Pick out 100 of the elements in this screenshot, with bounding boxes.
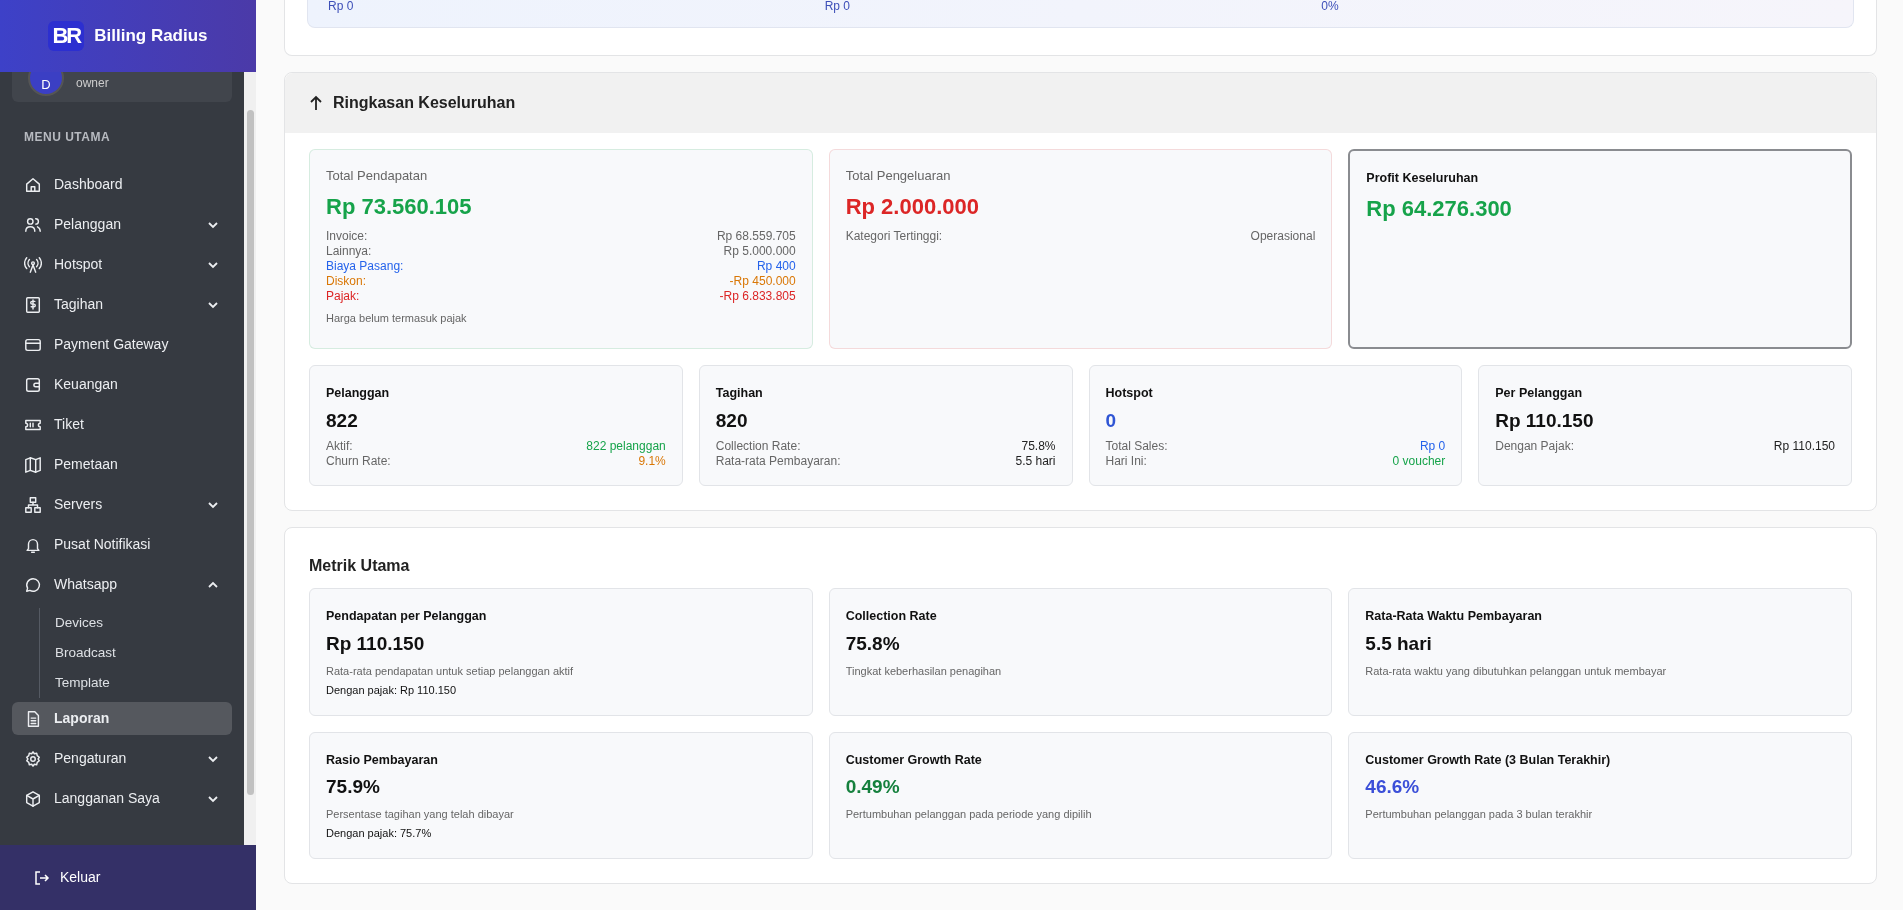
card-value: 75.8% <box>845 632 901 656</box>
menu-item[interactable]: Whatsapp <box>12 568 232 601</box>
menu-item[interactable]: Pemetaan <box>12 448 232 481</box>
card-title: Rata-Rata Waktu Pembayaran <box>1365 608 1543 626</box>
row-label: Kategori Tertinggi: <box>845 228 943 244</box>
row-value: Rp 68.559.705 <box>716 228 796 244</box>
amount-text: 0% <box>1321 0 1340 12</box>
row-value: -Rp 6.833.805 <box>719 288 796 304</box>
row-label: Rata-rata Pembayaran: <box>715 454 841 470</box>
row-label: Hari Ini: <box>1105 454 1147 470</box>
card-title: Pelanggan <box>326 385 391 402</box>
amount-text: Rp 0 <box>328 0 355 12</box>
menu-item[interactable]: Laporan <box>12 702 232 735</box>
antenna-icon <box>24 255 42 274</box>
card-note: Dengan pajak: Rp 110.150 <box>326 683 458 698</box>
people-icon <box>24 215 42 234</box>
row-label: Collection Rate: <box>715 439 801 455</box>
card-description: Tingkat keberhasilan penagihan <box>845 663 1003 679</box>
card-description: Pertumbuhan pelanggan pada 3 bulan terakhir <box>1365 806 1594 822</box>
logout-icon <box>34 869 50 886</box>
card-title: Hotspot <box>1105 385 1154 402</box>
row-value: 822 pelanggan <box>586 439 666 455</box>
menu-item[interactable]: Tagihan <box>12 288 232 321</box>
card-title: Per Pelanggan <box>1495 385 1584 402</box>
card-title: Pendapatan per Pelanggan <box>326 608 488 626</box>
card-description: Persentase tagihan yang telah dibayar <box>326 806 515 822</box>
menu-item[interactable]: Servers <box>12 488 232 521</box>
row-label: Biaya Pasang: <box>326 258 404 274</box>
submenu-item[interactable]: Devices <box>40 608 103 638</box>
card-title: Customer Growth Rate (3 Bulan Terakhir) <box>1365 751 1612 769</box>
row-value: 5.5 hari <box>1015 454 1056 470</box>
submenu-item[interactable]: Broadcast <box>40 638 116 668</box>
section-title: Ringkasan Keseluruhan <box>333 93 516 113</box>
house-icon <box>24 175 42 194</box>
dollar-receipt-icon <box>24 295 42 314</box>
submenu-item[interactable]: Template <box>40 668 110 698</box>
section-title: Metrik Utama <box>309 556 411 577</box>
card-value: 820 <box>715 408 749 433</box>
card-title: Rasio Pembayaran <box>326 751 439 769</box>
row-value: Rp 110.150 <box>1773 439 1835 455</box>
menu-item[interactable]: Dashboard <box>12 168 232 201</box>
row-value: -Rp 450.000 <box>729 273 796 289</box>
row-label: Churn Rate: <box>326 454 391 470</box>
menu-item[interactable]: Pelanggan <box>12 208 232 241</box>
box-icon <box>24 789 42 808</box>
card-value: 0.49% <box>845 775 901 800</box>
card-value: Rp 110.150 <box>1495 408 1595 433</box>
card-description: Rata-rata pendapatan untuk setiap pelanggan aktif <box>326 663 575 679</box>
menu-item[interactable]: Hotspot <box>12 248 232 281</box>
row-value: 9.1% <box>638 454 666 470</box>
card-title: Total Pendapatan <box>326 167 429 185</box>
row-label: Lainnya: <box>326 243 372 259</box>
row-value: 0 voucher <box>1392 454 1446 470</box>
card-value: 5.5 hari <box>1365 632 1433 656</box>
chat-icon <box>24 575 42 594</box>
card-value: 822 <box>326 408 359 433</box>
row-value: 75.8% <box>1021 439 1056 455</box>
card-value: 75.9% <box>326 775 381 800</box>
card-description: Pertumbuhan pelanggan pada periode yang dipilih <box>845 806 1093 822</box>
card-value: 0 <box>1105 408 1118 433</box>
arrow-up-icon <box>309 95 323 111</box>
row-value: Rp 400 <box>756 258 796 274</box>
card-value: Rp 2.000.000 <box>845 192 980 221</box>
row-value: Operasional <box>1250 228 1316 244</box>
amount-text: Rp 0 <box>824 0 851 12</box>
menu-item[interactable]: Tiket <box>12 408 232 441</box>
map-icon <box>24 455 42 474</box>
logout-button[interactable]: Keluar <box>28 866 107 889</box>
user-avatar: D <box>28 72 64 96</box>
card-note: Dengan pajak: 75.7% <box>326 826 433 842</box>
card-title: Customer Growth Rate <box>845 751 983 769</box>
user-role: owner <box>76 75 109 92</box>
menu-item[interactable]: Pengaturan <box>12 742 232 775</box>
wallet-icon <box>24 375 42 394</box>
card-value: Rp 110.150 <box>326 632 426 656</box>
gear-icon <box>24 749 42 768</box>
card-value: 46.6% <box>1365 775 1421 800</box>
menu-item[interactable]: Langganan Saya <box>12 782 232 815</box>
row-label: Diskon: <box>326 273 366 289</box>
row-label: Dengan Pajak: <box>1495 439 1574 455</box>
menu-item[interactable]: Payment Gateway <box>12 328 232 361</box>
row-label: Pajak: <box>326 288 360 304</box>
network-icon <box>24 495 42 514</box>
card-note: Harga belum termasuk pajak <box>326 310 468 326</box>
row-label: Aktif: <box>326 439 353 455</box>
menu-item[interactable]: Keuangan <box>12 368 232 401</box>
row-value: Rp 0 <box>1419 439 1446 455</box>
card-title: Tagihan <box>715 385 764 402</box>
brand-name: Billing Radius <box>94 25 208 48</box>
card-value: Rp 73.560.105 <box>326 192 473 221</box>
brand-logo: BR <box>48 21 85 51</box>
card-description: Rata-rata waktu yang dibutuhkan pelanggan untuk membayar <box>1365 663 1668 679</box>
row-label: Invoice: <box>326 228 368 244</box>
scrollbar[interactable] <box>244 72 256 845</box>
menu-item[interactable]: Pusat Notifikasi <box>12 528 232 561</box>
row-label: Total Sales: <box>1105 439 1168 455</box>
row-value: Rp 5.000.000 <box>723 243 796 259</box>
card-title: Total Pengeluaran <box>845 167 952 185</box>
menu-heading: MENU UTAMA <box>24 129 112 146</box>
card-title: Collection Rate <box>845 608 938 626</box>
